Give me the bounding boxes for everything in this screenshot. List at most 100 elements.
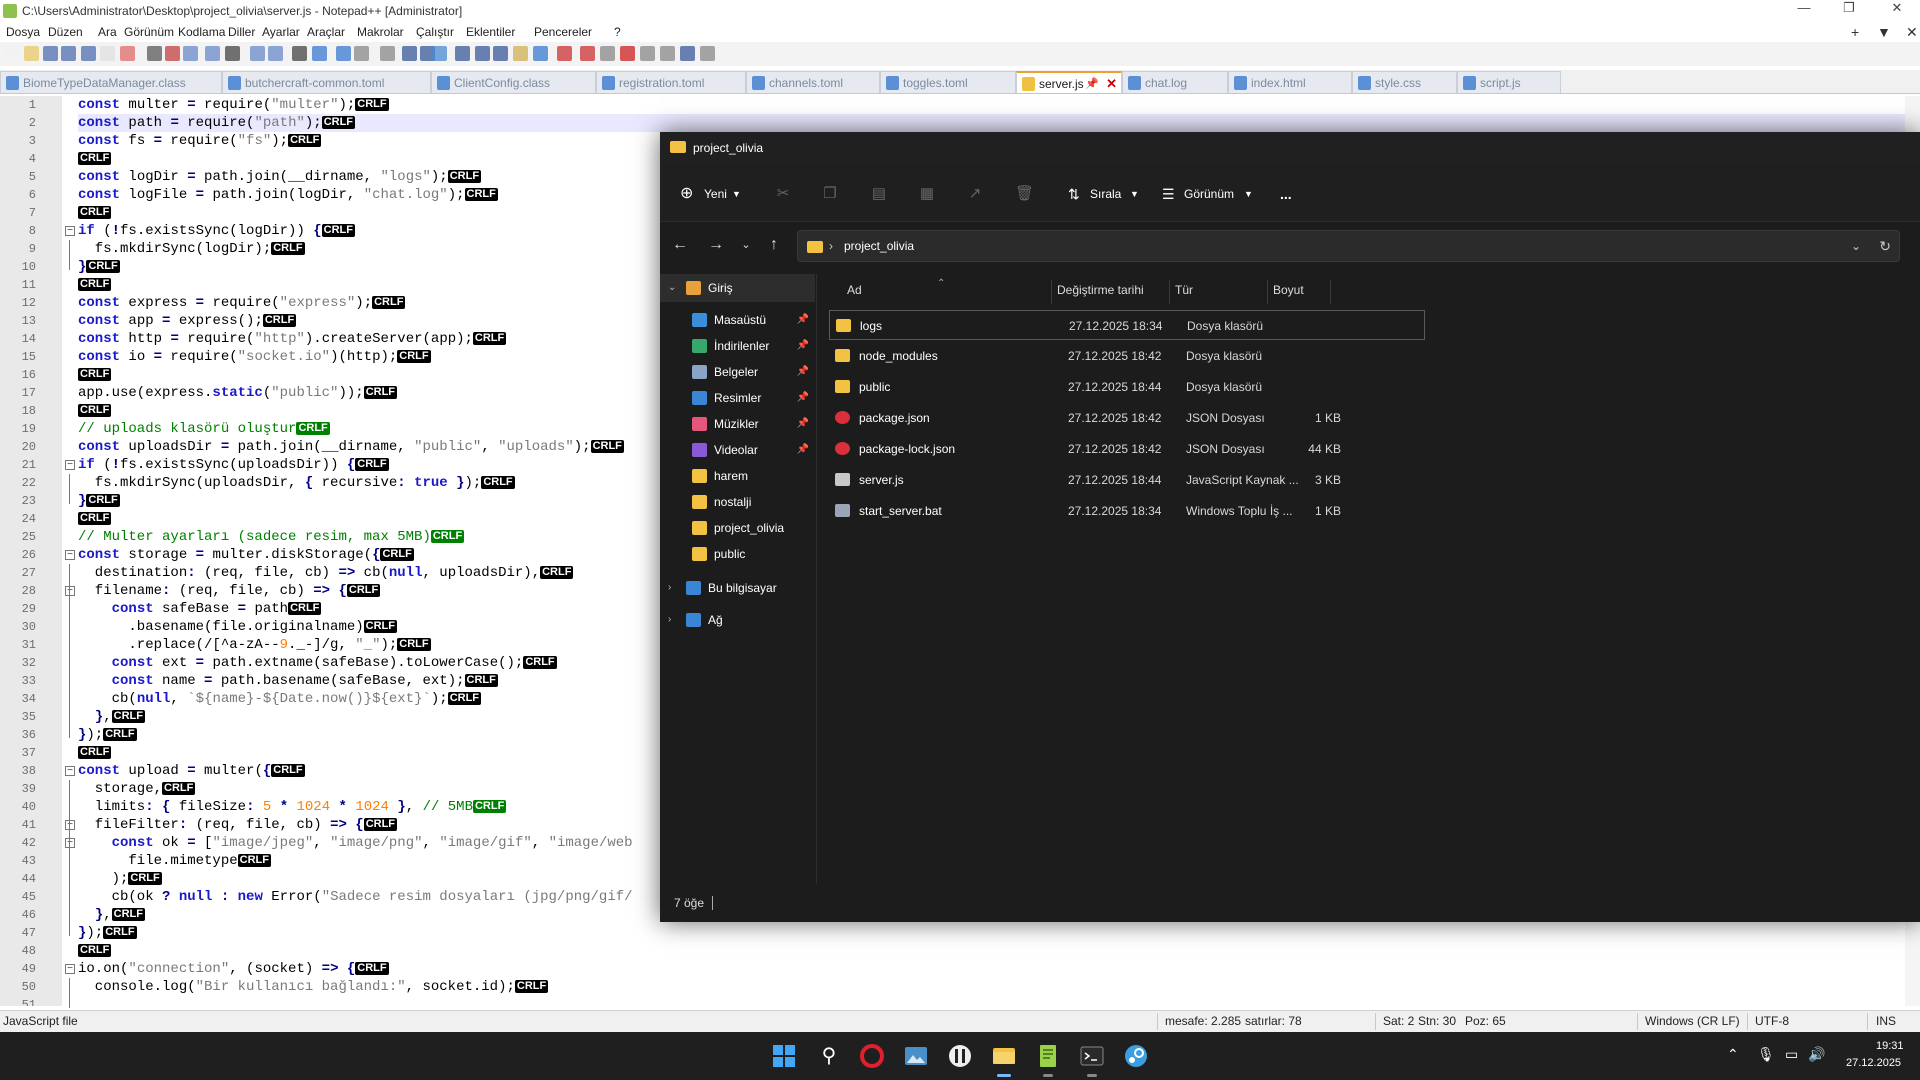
sort-button[interactable]: ⇅ Sırala ▼ <box>1068 182 1140 206</box>
photos-icon[interactable] <box>902 1042 930 1070</box>
play-multi-icon[interactable] <box>620 46 635 61</box>
forward-arrow-icon[interactable]: → <box>706 235 726 255</box>
tab-registration-toml[interactable]: registration.toml <box>596 71 746 93</box>
menu-5[interactable]: Diller <box>228 22 255 42</box>
replace-icon[interactable] <box>268 46 283 61</box>
nav-public[interactable]: public <box>660 540 815 568</box>
extra3-icon[interactable] <box>700 46 715 61</box>
monitor-icon[interactable] <box>533 46 548 61</box>
show-all-icon[interactable] <box>402 46 417 61</box>
menu-6[interactable]: Ayarlar <box>262 22 300 42</box>
menu-right-2[interactable]: ✕ <box>1906 22 1918 42</box>
pin-icon[interactable]: 📌 <box>797 306 809 334</box>
volume-icon[interactable]: 🔊 <box>1808 1046 1825 1063</box>
fold-box-icon[interactable]: − <box>65 820 75 830</box>
menu-10[interactable]: Eklentiler <box>466 22 515 42</box>
file-row[interactable]: server.js 27.12.2025 18:44 JavaScript Kayn… <box>829 465 1425 495</box>
nav-ağ[interactable]: › Ağ <box>660 606 815 634</box>
cut-icon[interactable] <box>147 46 162 61</box>
nav-bu-bilgisayar[interactable]: › Bu bilgisayar <box>660 574 815 602</box>
tab-channels-toml[interactable]: channels.toml <box>746 71 880 93</box>
doc-list-icon[interactable] <box>513 46 528 61</box>
fold-box-icon[interactable]: − <box>65 964 75 974</box>
close-icon[interactable] <box>81 46 96 61</box>
function-list-icon[interactable] <box>475 46 490 61</box>
fold-box-icon[interactable]: − <box>65 586 75 596</box>
opera-icon[interactable] <box>858 1042 886 1070</box>
fold-box-icon[interactable]: − <box>65 766 75 776</box>
menu-right-1[interactable]: ▼ <box>1877 22 1891 42</box>
word-wrap-icon[interactable] <box>380 46 395 61</box>
sync-h-icon[interactable] <box>354 46 369 61</box>
microphone-icon[interactable]: 🎙 <box>1757 1046 1775 1063</box>
folder-workspace-icon[interactable] <box>493 46 508 61</box>
tab-clientconfig-class[interactable]: ClientConfig.class <box>431 71 596 93</box>
clock-time[interactable]: 19:31 <box>1876 1040 1904 1052</box>
search-icon[interactable]: ⚲ <box>815 1042 843 1070</box>
new-file-icon[interactable] <box>4 46 19 61</box>
tab-close-icon[interactable]: ✕ <box>1106 73 1117 93</box>
print-icon[interactable] <box>120 46 135 61</box>
close-all-icon[interactable] <box>100 46 115 61</box>
network-icon[interactable]: ▭ <box>1785 1046 1798 1063</box>
menu-4[interactable]: Kodlama <box>178 22 225 42</box>
undo-icon[interactable] <box>205 46 220 61</box>
chevron-up-icon[interactable]: ⌃ <box>1727 1046 1739 1063</box>
menu-11[interactable]: Pencereler <box>534 22 592 42</box>
close-button[interactable]: ✕ <box>1874 0 1920 22</box>
column-name[interactable]: Ad <box>847 274 862 306</box>
share-icon[interactable]: ↗ <box>966 185 984 203</box>
file-row[interactable]: logs 27.12.2025 18:34 Dosya klasörü <box>829 310 1425 340</box>
column-date[interactable]: Değiştirme tarihi <box>1057 274 1144 306</box>
play-icon[interactable] <box>600 46 615 61</box>
zoom-in-icon[interactable] <box>292 46 307 61</box>
extra-icon[interactable] <box>660 46 675 61</box>
notepadpp-taskbar-icon[interactable] <box>1034 1042 1062 1077</box>
menu-1[interactable]: Düzen <box>48 22 83 42</box>
nav-videolar[interactable]: Videolar 📌 <box>660 436 815 464</box>
file-row[interactable]: node_modules 27.12.2025 18:42 Dosya klasör… <box>829 341 1425 371</box>
pin-icon[interactable]: 📌 <box>797 332 809 360</box>
save-macro-icon[interactable] <box>640 46 655 61</box>
record-icon[interactable] <box>557 46 572 61</box>
copy-icon[interactable]: ❐ <box>821 185 839 203</box>
tab-butchercraft-common-toml[interactable]: butchercraft-common.toml <box>222 71 431 93</box>
minimize-button[interactable]: — <box>1782 0 1826 22</box>
cut-icon[interactable]: ✂ <box>774 185 792 203</box>
nav-nostalji[interactable]: nostalji <box>660 488 815 516</box>
menu-12[interactable]: ? <box>614 22 621 42</box>
address-bar[interactable]: › project_olivia ⌄ ↻ <box>797 230 1900 262</box>
app-shield-icon[interactable] <box>946 1042 974 1070</box>
chevron-icon[interactable]: ⌄ <box>668 274 676 302</box>
delete-icon[interactable]: 🗑 <box>1015 185 1034 203</box>
fold-box-icon[interactable]: − <box>65 226 75 236</box>
new-button[interactable]: ⊕ Yeni ▼ <box>680 182 741 206</box>
fold-box-icon[interactable]: − <box>65 838 75 848</box>
pin-icon[interactable]: 📌 <box>797 358 809 386</box>
nav-giriş[interactable]: ⌄ Giriş <box>660 274 815 302</box>
copy-icon[interactable] <box>165 46 180 61</box>
pin-icon[interactable]: 📌 <box>797 436 809 464</box>
back-arrow-icon[interactable]: ← <box>670 235 690 255</box>
menu-7[interactable]: Araçlar <box>307 22 345 42</box>
paste-icon[interactable]: ▤ <box>870 185 888 203</box>
nav-müzikler[interactable]: Müzikler 📌 <box>660 410 815 438</box>
tab-biometypedatamanager-class[interactable]: BiomeTypeDataManager.class <box>0 71 222 93</box>
terminal-icon[interactable] <box>1078 1042 1106 1077</box>
extra2-icon[interactable] <box>680 46 695 61</box>
refresh-icon[interactable]: ↻ <box>1879 231 1891 261</box>
fold-box-icon[interactable]: − <box>65 460 75 470</box>
sync-v-icon[interactable] <box>336 46 351 61</box>
recent-chevron-icon[interactable]: ⌄ <box>736 235 756 255</box>
chevron-down-icon[interactable]: ⌄ <box>1851 231 1861 261</box>
steam-icon[interactable] <box>1122 1042 1150 1070</box>
tab-server-js[interactable]: server.js 📌 ✕ <box>1016 71 1122 93</box>
file-row[interactable]: package.json 27.12.2025 18:42 JSON Dosyası… <box>829 403 1425 433</box>
pin-icon[interactable]: 📌 <box>797 384 809 412</box>
rename-icon[interactable]: ▦ <box>918 185 936 203</box>
tab-toggles-toml[interactable]: toggles.toml <box>880 71 1016 93</box>
nav-belgeler[interactable]: Belgeler 📌 <box>660 358 815 386</box>
save-icon[interactable] <box>43 46 58 61</box>
save-all-icon[interactable] <box>61 46 76 61</box>
zoom-out-icon[interactable] <box>312 46 327 61</box>
